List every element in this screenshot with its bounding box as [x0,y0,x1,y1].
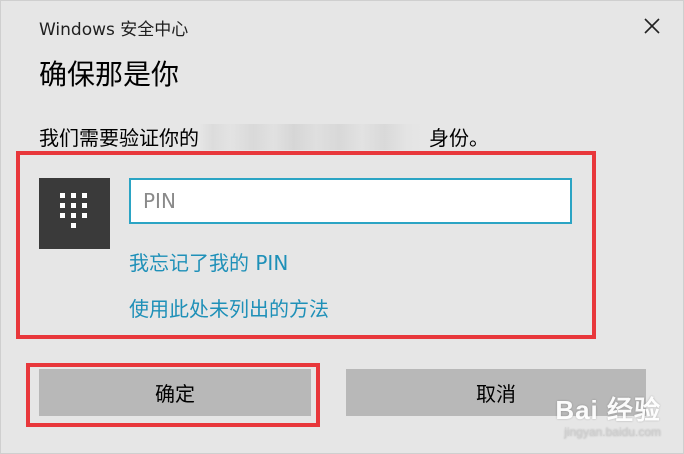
forgot-pin-link[interactable]: 我忘记了我的 PIN [129,247,288,276]
windows-security-dialog: Windows 安全中心 确保那是你 我们需要验证你的 身份。 我忘记了我的 P… [0,0,684,454]
watermark-brand-text: Bai 经验 [555,395,661,425]
message-text-before: 我们需要验证你的 [39,126,199,150]
watermark-brand: Bai 经验 [555,390,661,427]
pin-input[interactable] [129,178,572,224]
close-icon [644,18,660,34]
baidu-watermark: Bai 经验 jingyan.baidu.com [555,390,661,439]
other-method-link[interactable]: 使用此处未列出的方法 [129,293,329,322]
page-title: 确保那是你 [39,58,180,91]
close-button[interactable] [637,11,667,41]
ok-button[interactable]: 确定 [39,369,311,416]
verification-message: 我们需要验证你的 身份。 [39,122,489,151]
watermark-site: jingyan.baidu.com [564,425,661,439]
message-text-after: 身份。 [429,126,489,150]
window-title: Windows 安全中心 [39,20,189,40]
redacted-account-name [199,123,425,150]
keypad-tile [39,178,110,249]
keypad-icon [60,193,87,228]
